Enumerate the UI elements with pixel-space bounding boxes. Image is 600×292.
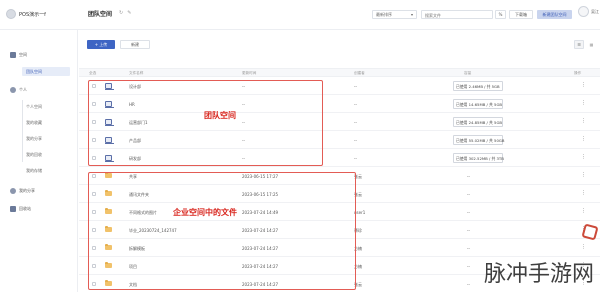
chevron-down-icon: ▾: [410, 12, 413, 17]
download-box-button[interactable]: 下载箱: [509, 10, 533, 19]
more-icon[interactable]: ⋮: [581, 209, 586, 214]
list-view-icon[interactable]: ☰: [574, 40, 584, 49]
row-quota: --: [467, 282, 470, 287]
sidebar-item-label: 我的分享: [19, 188, 35, 193]
user-menu[interactable]: 吴江: [578, 6, 599, 17]
row-quota: 已使用 14.65MB / 共 5GB: [453, 99, 503, 109]
upload-button[interactable]: + 上传: [87, 40, 115, 49]
row-quota: --: [467, 246, 470, 251]
new-folder-button[interactable]: 新建: [120, 40, 150, 49]
header-owner: 创建者: [354, 71, 365, 75]
space-icon: [10, 52, 16, 58]
search-box[interactable]: [421, 10, 493, 19]
row-quota: 已使用 302.52MB / 共 3TB: [453, 153, 504, 163]
user-name: 吴江: [591, 8, 599, 14]
more-icon[interactable]: ⋮: [581, 191, 586, 196]
row-owner: --: [354, 120, 357, 125]
refresh-icon[interactable]: ↻: [119, 10, 123, 16]
sidebar-item-personal-space[interactable]: 个人空间: [22, 102, 70, 111]
team-space-highlight: [88, 80, 323, 166]
row-quota: 已使用 2.46MB / 共 5GB: [453, 81, 503, 91]
sidebar-item-my-storage[interactable]: 我的存储: [22, 166, 70, 175]
more-icon[interactable]: ⋮: [581, 119, 586, 124]
sort-select-value: 最新排序: [376, 11, 392, 17]
row-quota: --: [467, 174, 470, 179]
header-quota: 容量: [464, 71, 472, 75]
sidebar-item-my-recycle[interactable]: 我的回收: [22, 150, 70, 159]
folder-highlight: [88, 172, 356, 290]
sidebar-item-team-space[interactable]: 团队空间: [22, 67, 70, 76]
row-quota: --: [467, 192, 470, 197]
sidebar-section-label: 个人: [19, 87, 27, 92]
header-actions: 操作: [574, 71, 582, 75]
org-switcher[interactable]: POS演示一f: [6, 9, 46, 19]
header-name[interactable]: 文件名称: [129, 71, 143, 76]
sidebar-item-favorites[interactable]: 我的收藏: [22, 118, 70, 127]
new-team-space-button[interactable]: 新建团队空间: [537, 10, 572, 19]
sidebar-item-shared[interactable]: 我的分享: [10, 188, 35, 194]
sidebar-item-my-shares[interactable]: 我的分享: [22, 134, 70, 143]
folder-annotation: 企业空间中的文件: [173, 208, 237, 217]
row-owner: --: [354, 84, 357, 89]
team-space-annotation: 团队空间: [204, 111, 236, 120]
trash-icon: [10, 206, 16, 212]
row-quota: --: [467, 264, 470, 269]
row-owner: --: [354, 138, 357, 143]
row-owner: --: [354, 156, 357, 161]
sidebar-section-space[interactable]: 空间: [10, 52, 27, 58]
sidebar-item-recycle[interactable]: 回收站: [10, 206, 31, 212]
more-icon[interactable]: ⋮: [581, 245, 586, 250]
more-icon[interactable]: ⋮: [581, 155, 586, 160]
header-select-all[interactable]: 全选: [89, 71, 96, 76]
more-icon[interactable]: ⋮: [581, 101, 586, 106]
share-icon: [10, 188, 16, 194]
more-icon[interactable]: ⋮: [581, 173, 586, 178]
org-avatar: [6, 9, 16, 19]
row-owner: --: [354, 102, 357, 107]
grid-view-icon[interactable]: ▦: [587, 40, 596, 49]
header-updated[interactable]: 更新时间: [242, 71, 256, 76]
row-quota: --: [467, 228, 470, 233]
sidebar-section-personal[interactable]: 个人: [10, 87, 27, 93]
more-icon[interactable]: ⋮: [581, 137, 586, 142]
edit-icon[interactable]: ✎: [127, 10, 131, 16]
table-header: 全选 文件名称 更新时间 创建者 容量 操作: [79, 68, 600, 77]
page-title: 团队空间: [88, 11, 113, 18]
user-icon: [10, 87, 16, 93]
row-quota: --: [467, 210, 470, 215]
search-input[interactable]: [425, 13, 489, 18]
percent-button[interactable]: %: [495, 10, 506, 19]
more-icon[interactable]: ⋮: [581, 83, 586, 88]
row-quota: 已使用 24.85MB / 共 5GB: [453, 117, 503, 127]
avatar: [578, 6, 589, 17]
row-quota: 已使用 55.02MB / 共 50GB: [453, 135, 504, 145]
sort-select[interactable]: 最新排序 ▾: [372, 10, 417, 19]
org-name: POS演示一f: [19, 11, 46, 18]
top-bar: POS演示一f 团队空间 ↻ ✎ 最新排序 ▾ % 下载箱 新建团队空间 吴江: [0, 0, 600, 30]
sidebar: 空间 团队空间 个人 个人空间 我的收藏 我的分享 我的回收 我的存储 我的分享…: [0, 30, 78, 292]
sidebar-section-label: 空间: [19, 52, 27, 57]
watermark: 脉冲手游网: [483, 262, 594, 287]
sidebar-item-label: 回收站: [19, 206, 31, 211]
